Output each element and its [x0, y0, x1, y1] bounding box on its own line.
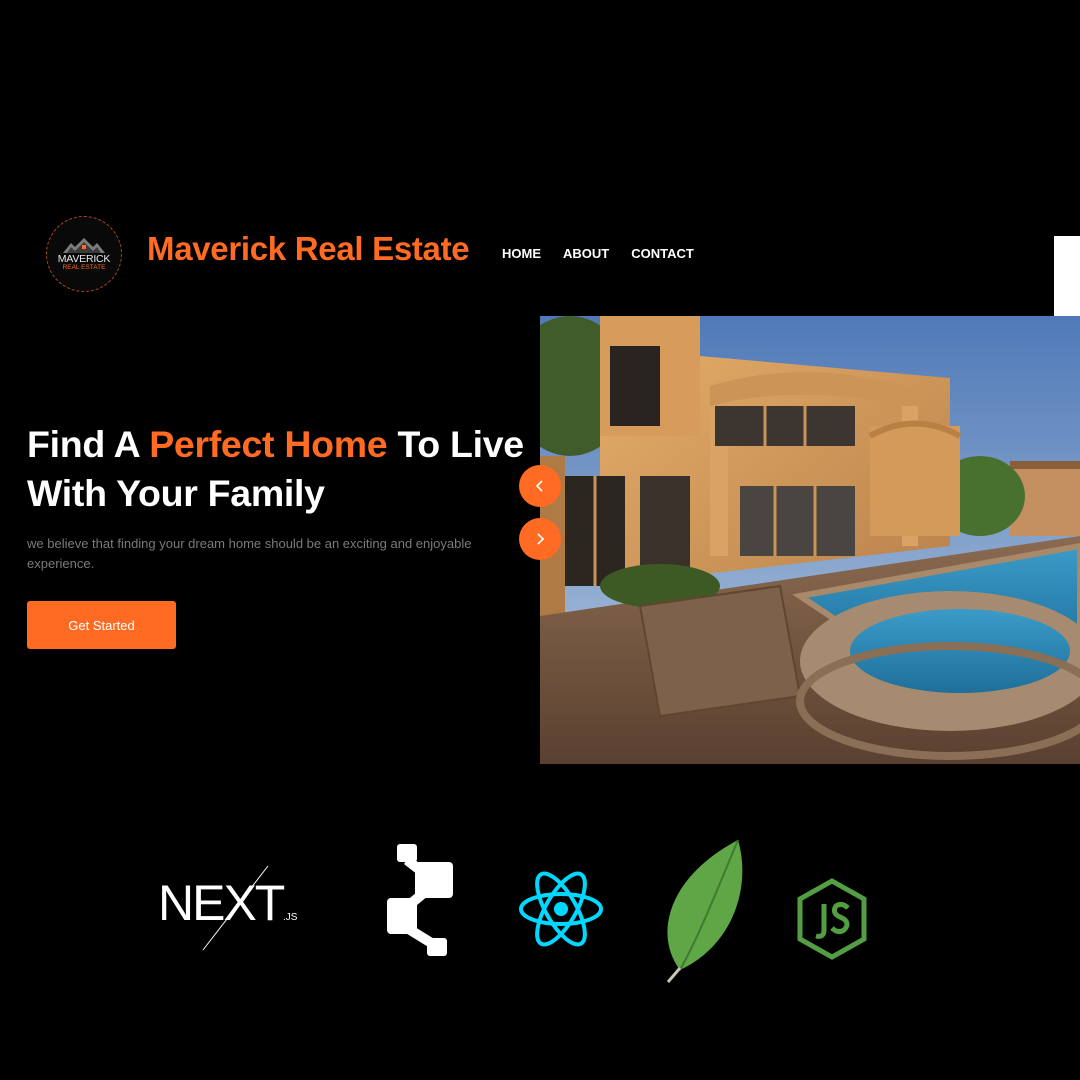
brand-logo[interactable]: MAVERICK REAL ESTATE: [46, 216, 122, 292]
prisma-icon: [387, 844, 453, 956]
logo-text-maverick: MAVERICK: [57, 252, 111, 265]
hero-subtitle: we believe that finding your dream home …: [27, 536, 472, 571]
get-started-button[interactable]: Get Started: [27, 601, 176, 649]
nav-contact[interactable]: CONTACT: [631, 246, 694, 261]
chevron-left-icon: [535, 480, 543, 492]
nav-home[interactable]: HOME: [502, 246, 541, 261]
carousel-prev-button[interactable]: [519, 465, 561, 507]
nextjs-suffix: .JS: [283, 912, 298, 923]
carousel-next-button[interactable]: [519, 518, 561, 560]
nextjs-icon: NEXT .JS: [158, 864, 308, 954]
nodejs-icon: [797, 878, 867, 960]
house-roof-icon: [63, 237, 105, 253]
hero-title-highlight: Perfect Home: [149, 423, 388, 465]
brand-name[interactable]: Maverick Real Estate: [147, 230, 470, 268]
mongodb-icon: [666, 839, 743, 983]
nav-about[interactable]: ABOUT: [563, 246, 609, 261]
image-strip: [1054, 236, 1080, 316]
chevron-right-icon: [537, 533, 545, 545]
hero-house-image: [540, 316, 1080, 764]
hero-title: Find A Perfect Home To Live With Your Fa…: [27, 420, 527, 518]
hero-title-part1: Find A: [27, 423, 150, 465]
react-icon: [519, 871, 603, 947]
logo-text-real-estate: REAL ESTATE: [62, 263, 106, 271]
main-nav: HOME ABOUT CONTACT: [502, 246, 716, 261]
